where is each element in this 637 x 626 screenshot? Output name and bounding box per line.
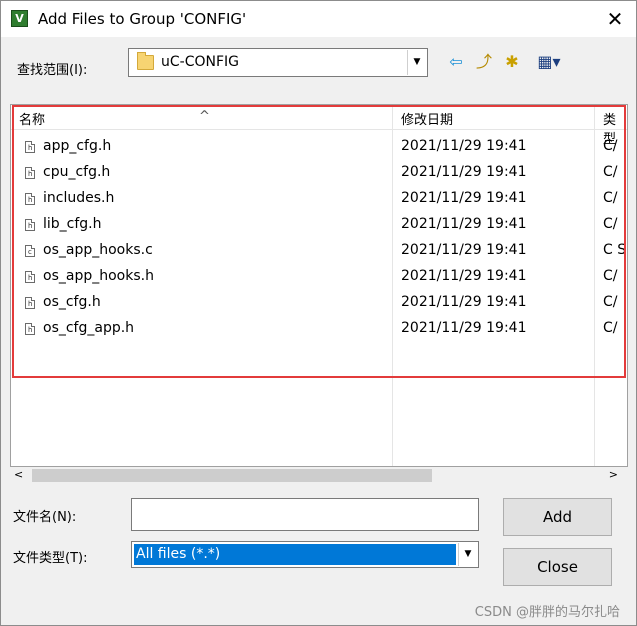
chevron-down-icon[interactable]: ▼ bbox=[407, 50, 426, 75]
header-file-icon: h bbox=[25, 219, 35, 231]
file-date: 2021/11/29 19:41 bbox=[401, 294, 527, 310]
filename-label: 文件名(N): bbox=[13, 510, 77, 525]
file-type: C/ bbox=[603, 164, 618, 180]
file-date: 2021/11/29 19:41 bbox=[401, 164, 527, 180]
sort-caret-icon: ^ bbox=[199, 109, 210, 124]
file-row[interactable]: h os_cfg_app.h 2021/11/29 19:41 C/ bbox=[11, 316, 627, 342]
title-bar: V Add Files to Group 'CONFIG' ✕ bbox=[1, 1, 636, 37]
scroll-left-icon[interactable]: < bbox=[14, 468, 23, 481]
add-button[interactable]: Add bbox=[503, 498, 612, 536]
file-name: app_cfg.h bbox=[43, 138, 112, 154]
file-list[interactable]: ^ 名称 修改日期 类型 h app_cfg.h 2021/11/29 19:4… bbox=[10, 104, 628, 467]
dialog-title: Add Files to Group 'CONFIG' bbox=[38, 10, 247, 28]
file-row[interactable]: h lib_cfg.h 2021/11/29 19:41 C/ bbox=[11, 212, 627, 238]
app-icon: V bbox=[11, 10, 28, 27]
file-date: 2021/11/29 19:41 bbox=[401, 138, 527, 154]
look-in-combo[interactable]: uC-CONFIG ▼ bbox=[128, 48, 428, 77]
scroll-right-icon[interactable]: > bbox=[609, 468, 618, 481]
file-name: includes.h bbox=[43, 190, 115, 206]
header-file-icon: h bbox=[25, 167, 35, 179]
file-row[interactable]: h app_cfg.h 2021/11/29 19:41 C/ bbox=[11, 134, 627, 160]
file-name: os_cfg.h bbox=[43, 294, 101, 310]
file-row[interactable]: h os_app_hooks.h 2021/11/29 19:41 C/ bbox=[11, 264, 627, 290]
column-header-date[interactable]: 修改日期 bbox=[401, 109, 453, 128]
file-name: os_cfg_app.h bbox=[43, 320, 135, 336]
file-row[interactable]: h includes.h 2021/11/29 19:41 C/ bbox=[11, 186, 627, 212]
file-date: 2021/11/29 19:41 bbox=[401, 190, 527, 206]
look-in-label: 查找范围(I): bbox=[17, 63, 88, 78]
filename-input[interactable] bbox=[131, 498, 479, 531]
file-row[interactable]: c os_app_hooks.c 2021/11/29 19:41 C S bbox=[11, 238, 627, 264]
header-file-icon: h bbox=[25, 141, 35, 153]
filetype-value: All files (*.*) bbox=[134, 544, 456, 565]
file-date: 2021/11/29 19:41 bbox=[401, 242, 527, 258]
new-folder-icon[interactable]: ✱ bbox=[501, 52, 523, 72]
file-type: C/ bbox=[603, 138, 618, 154]
up-folder-icon[interactable]: ⤴ bbox=[473, 52, 495, 72]
header-file-icon: h bbox=[25, 193, 35, 205]
folder-icon bbox=[137, 52, 154, 70]
back-icon[interactable]: ⇦ bbox=[445, 52, 467, 72]
file-name: os_app_hooks.c bbox=[43, 242, 153, 258]
add-files-dialog: V Add Files to Group 'CONFIG' ✕ 查找范围(I):… bbox=[0, 0, 637, 626]
file-type: C/ bbox=[603, 190, 618, 206]
file-row[interactable]: h os_cfg.h 2021/11/29 19:41 C/ bbox=[11, 290, 627, 316]
list-header: ^ 名称 修改日期 类型 bbox=[11, 105, 627, 147]
close-icon[interactable]: ✕ bbox=[600, 5, 630, 33]
horizontal-scrollbar[interactable]: < > bbox=[10, 467, 628, 484]
source-file-icon: c bbox=[25, 245, 35, 257]
file-type: C/ bbox=[603, 268, 618, 284]
filetype-select[interactable]: All files (*.*) ▼ bbox=[131, 541, 479, 568]
close-button[interactable]: Close bbox=[503, 548, 612, 586]
file-type: C/ bbox=[603, 320, 618, 336]
file-type: C S bbox=[603, 242, 627, 258]
scrollbar-thumb[interactable] bbox=[32, 469, 432, 482]
header-file-icon: h bbox=[25, 271, 35, 283]
file-date: 2021/11/29 19:41 bbox=[401, 320, 527, 336]
file-row[interactable]: h cpu_cfg.h 2021/11/29 19:41 C/ bbox=[11, 160, 627, 186]
filetype-label: 文件类型(T): bbox=[13, 551, 88, 566]
chevron-down-icon[interactable]: ▼ bbox=[458, 543, 477, 566]
view-menu-icon[interactable]: ▦▾ bbox=[531, 52, 567, 72]
file-type: C/ bbox=[603, 294, 618, 310]
file-type: C/ bbox=[603, 216, 618, 232]
file-name: lib_cfg.h bbox=[43, 216, 102, 232]
file-name: cpu_cfg.h bbox=[43, 164, 111, 180]
column-header-name[interactable]: 名称 bbox=[19, 109, 45, 128]
file-name: os_app_hooks.h bbox=[43, 268, 154, 284]
file-date: 2021/11/29 19:41 bbox=[401, 216, 527, 232]
file-date: 2021/11/29 19:41 bbox=[401, 268, 527, 284]
look-in-value: uC-CONFIG bbox=[161, 54, 239, 70]
header-file-icon: h bbox=[25, 297, 35, 309]
watermark: CSDN @胖胖的马尔扎哈 bbox=[474, 605, 620, 620]
header-file-icon: h bbox=[25, 323, 35, 335]
